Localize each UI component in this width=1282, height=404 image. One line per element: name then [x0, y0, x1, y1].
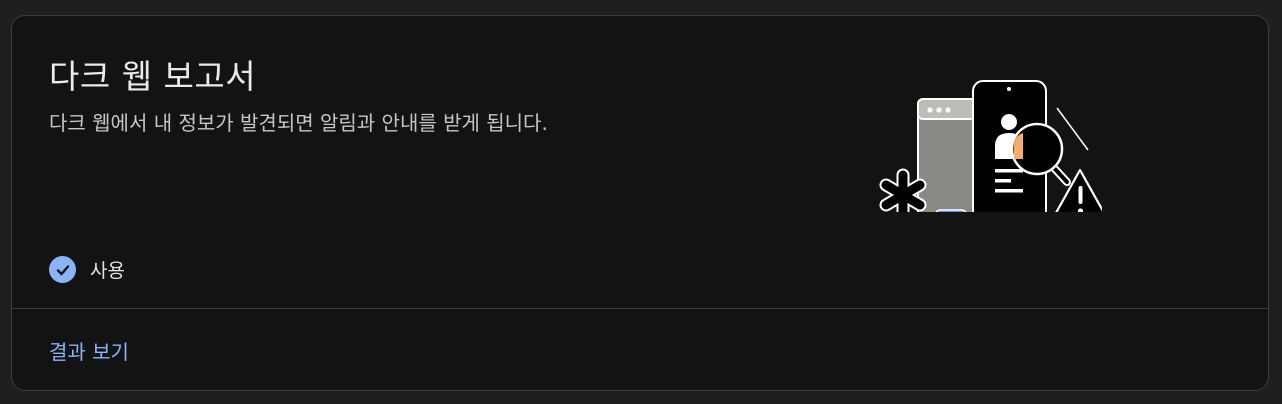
dark-web-report-card: 다크 웹 보고서 다크 웹에서 내 정보가 발견되면 알림과 안내를 받게 됩니…	[11, 15, 1269, 391]
dark-web-illustration	[862, 62, 1110, 224]
check-circle-icon	[49, 256, 76, 283]
divider	[12, 308, 1268, 309]
status-label: 사용	[90, 260, 125, 282]
card-description: 다크 웹에서 내 정보가 발견되면 알림과 안내를 받게 됩니다.	[49, 111, 548, 135]
card-title: 다크 웹 보고서	[49, 57, 257, 96]
status-row: 사용	[49, 256, 125, 283]
view-results-link[interactable]: 결과 보기	[49, 336, 129, 365]
